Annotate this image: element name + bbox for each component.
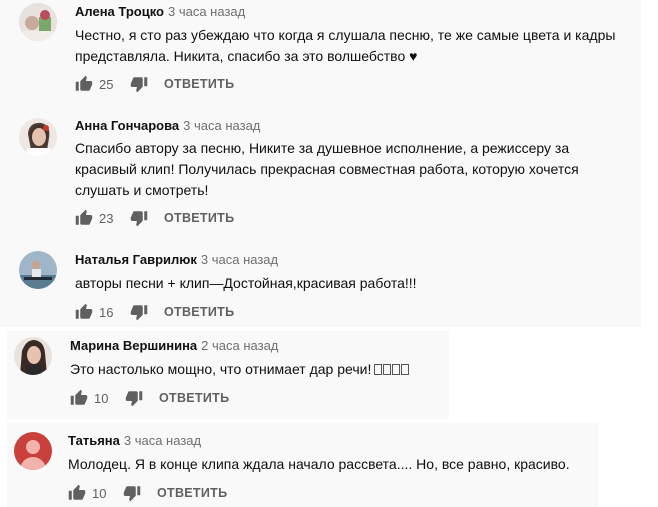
like-count: 25 — [99, 76, 114, 92]
reply-button[interactable]: ОТВЕТИТЬ — [164, 305, 234, 319]
comment-text: Молодец. Я в конце клипа ждала начало ра… — [68, 456, 570, 472]
thumbs-down-icon[interactable] — [130, 209, 148, 227]
unsupported-emoji-glyphs — [373, 361, 410, 377]
avatar[interactable] — [19, 251, 57, 289]
reply-button[interactable]: ОТВЕТИТЬ — [157, 486, 227, 500]
reply-button[interactable]: ОТВЕТИТЬ — [164, 211, 234, 225]
avatar-image — [14, 337, 52, 375]
thumbs-down-icon[interactable] — [130, 75, 148, 93]
avatar-image — [19, 118, 57, 156]
comment-text-content: Это настолько мощно, что отнимает дар ре… — [70, 361, 372, 377]
comment-actions: 23 ОТВЕТИТЬ — [75, 209, 234, 227]
avatar[interactable] — [14, 337, 52, 375]
thumbs-up-icon[interactable] — [75, 209, 93, 227]
comment-text: Честно, я сто раз убеждаю что когда я сл… — [75, 27, 616, 64]
thumbs-up-icon[interactable] — [70, 389, 88, 407]
comment-time[interactable]: 2 часа назад — [201, 338, 278, 353]
comment-actions: 10 ОТВЕТИТЬ — [68, 484, 227, 502]
avatar-image — [19, 251, 57, 289]
comment-actions: 10 ОТВЕТИТЬ — [70, 389, 229, 407]
default-avatar[interactable] — [14, 432, 52, 470]
comment-author[interactable]: Татьяна 3 часа назад — [68, 433, 201, 448]
comment-actions: 16 ОТВЕТИТЬ — [75, 303, 234, 321]
comment-author[interactable]: Наталья Гаврилюк 3 часа назад — [75, 252, 278, 267]
comment-time[interactable]: 3 часа назад — [168, 4, 245, 19]
like-count: 23 — [99, 210, 114, 226]
comment-text: Это настолько мощно, что отнимает дар ре… — [70, 359, 445, 380]
comment-author[interactable]: Марина Вершинина 2 часа назад — [70, 338, 278, 353]
like-count: 10 — [92, 485, 107, 501]
comment-time[interactable]: 3 часа назад — [124, 433, 201, 448]
person-icon — [20, 440, 46, 470]
thumbs-down-icon[interactable] — [123, 484, 141, 502]
like-count: 16 — [99, 304, 114, 320]
reply-button[interactable]: ОТВЕТИТЬ — [164, 77, 234, 91]
thumbs-up-icon[interactable] — [68, 484, 86, 502]
avatar-image — [19, 3, 57, 41]
comment-time[interactable]: 3 часа назад — [183, 118, 260, 133]
thumbs-down-icon[interactable] — [130, 303, 148, 321]
comment-text: Спасибо автору за песню, Никите за душев… — [75, 140, 579, 198]
avatar[interactable] — [19, 118, 57, 156]
reply-button[interactable]: ОТВЕТИТЬ — [159, 391, 229, 405]
thumbs-down-icon[interactable] — [125, 389, 143, 407]
thumbs-up-icon[interactable] — [75, 75, 93, 93]
comment-time[interactable]: 3 часа назад — [201, 252, 278, 267]
comment-author[interactable]: Алена Троцко 3 часа назад — [75, 4, 245, 19]
comment-author[interactable]: Анна Гончарова 3 часа назад — [75, 118, 260, 133]
like-count: 10 — [94, 390, 109, 406]
thumbs-up-icon[interactable] — [75, 303, 93, 321]
avatar[interactable] — [19, 3, 57, 41]
comment-text: авторы песни + клип—Достойная,красивая р… — [75, 275, 417, 291]
comment-actions: 25 ОТВЕТИТЬ — [75, 75, 234, 93]
